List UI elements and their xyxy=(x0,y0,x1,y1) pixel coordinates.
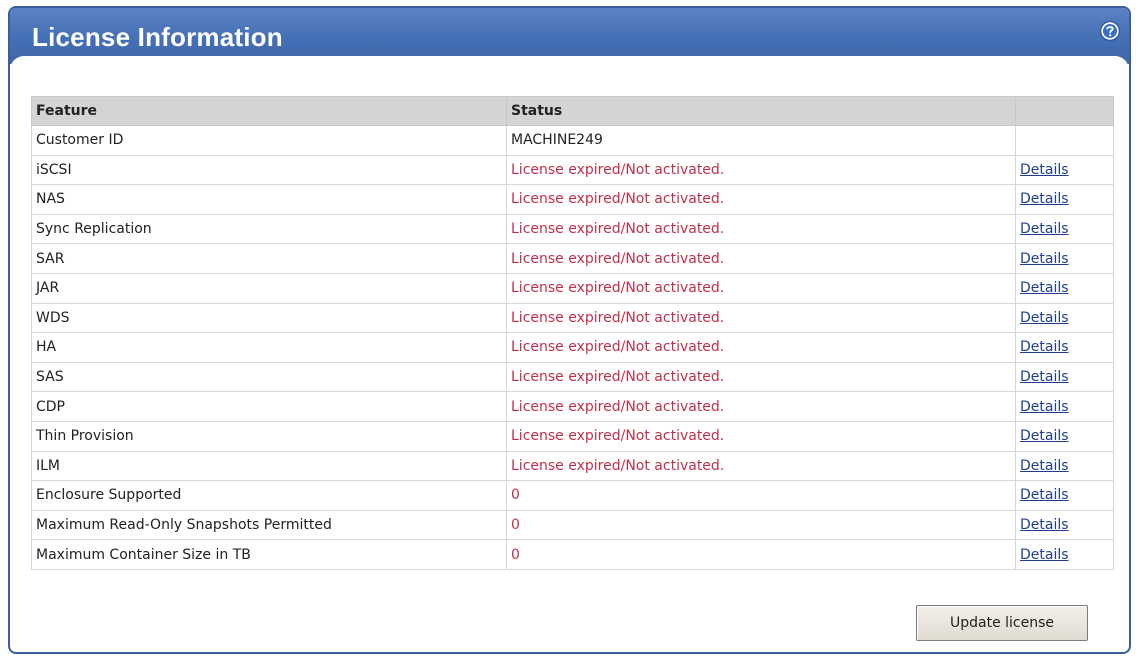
details-link[interactable]: Details xyxy=(1020,399,1069,415)
status-cell: 0 xyxy=(506,539,1016,570)
table-row: SAR License expired/Not activated. Details xyxy=(31,243,1114,274)
action-cell: Details xyxy=(1015,332,1114,363)
details-link[interactable]: Details xyxy=(1020,162,1069,178)
details-link[interactable]: Details xyxy=(1020,369,1069,385)
details-link[interactable]: Details xyxy=(1020,280,1069,296)
table-row: SAS License expired/Not activated. Details xyxy=(31,361,1114,393)
details-link[interactable]: Details xyxy=(1020,191,1069,207)
feature-cell: Thin Provision xyxy=(31,420,507,452)
table-row: ILM License expired/Not activated. Details xyxy=(31,450,1114,482)
status-cell: License expired/Not activated. xyxy=(506,154,1016,186)
table-row: Maximum Container Size in TB 0 Details xyxy=(31,539,1114,570)
action-cell: Details xyxy=(1015,391,1114,422)
header-feature: Feature xyxy=(31,96,507,126)
license-panel: License Information Feature Status Custo… xyxy=(8,6,1131,654)
table-row: JAR License expired/Not activated. Details xyxy=(31,272,1114,304)
feature-cell: WDS xyxy=(31,302,507,334)
action-cell: Details xyxy=(1015,184,1114,215)
license-rows: Customer ID MACHINE249 iSCSI License expire… xyxy=(31,125,1114,570)
feature-cell: iSCSI xyxy=(31,154,507,186)
table-row: HA License expired/Not activated. Details xyxy=(31,332,1114,363)
action-cell: Details xyxy=(1015,509,1114,541)
feature-cell: SAR xyxy=(31,243,507,274)
details-link[interactable]: Details xyxy=(1020,487,1069,503)
details-link[interactable]: Details xyxy=(1020,428,1069,444)
table-row: NAS License expired/Not activated. Details xyxy=(31,184,1114,215)
table-row: Customer ID MACHINE249 xyxy=(31,125,1114,156)
details-link[interactable]: Details xyxy=(1020,339,1069,355)
status-cell: License expired/Not activated. xyxy=(506,420,1016,452)
action-cell: Details xyxy=(1015,213,1114,245)
action-cell: Details xyxy=(1015,272,1114,304)
feature-cell: HA xyxy=(31,332,507,363)
table-row: CDP License expired/Not activated. Details xyxy=(31,391,1114,422)
feature-cell: JAR xyxy=(31,272,507,304)
help-icon[interactable] xyxy=(1099,20,1121,42)
panel-header: License Information xyxy=(10,8,1129,78)
update-license-button[interactable]: Update license xyxy=(916,605,1088,641)
action-cell: Details xyxy=(1015,450,1114,482)
status-cell: License expired/Not activated. xyxy=(506,361,1016,393)
feature-cell: CDP xyxy=(31,391,507,422)
status-cell: License expired/Not activated. xyxy=(506,243,1016,274)
details-link[interactable]: Details xyxy=(1020,458,1069,474)
header-status: Status xyxy=(506,96,1016,126)
feature-cell: Enclosure Supported xyxy=(31,480,507,511)
action-cell: Details xyxy=(1015,154,1114,186)
details-link[interactable]: Details xyxy=(1020,547,1069,563)
table-header-row: Feature Status xyxy=(31,96,1114,126)
status-cell: License expired/Not activated. xyxy=(506,272,1016,304)
feature-cell: Maximum Read-Only Snapshots Permitted xyxy=(31,509,507,541)
status-cell: MACHINE249 xyxy=(506,125,1016,156)
feature-cell: ILM xyxy=(31,450,507,482)
action-cell: Details xyxy=(1015,302,1114,334)
action-cell: Details xyxy=(1015,361,1114,393)
action-cell: Details xyxy=(1015,420,1114,452)
table-row: iSCSI License expired/Not activated. Detai… xyxy=(31,154,1114,186)
action-cell: Details xyxy=(1015,539,1114,570)
status-cell: License expired/Not activated. xyxy=(506,213,1016,245)
table-row: Enclosure Supported 0 Details xyxy=(31,480,1114,511)
table-row: Maximum Read-Only Snapshots Permitted 0 De… xyxy=(31,509,1114,541)
status-cell: License expired/Not activated. xyxy=(506,302,1016,334)
feature-cell: Sync Replication xyxy=(31,213,507,245)
table-row: WDS License expired/Not activated. Details xyxy=(31,302,1114,334)
header-action xyxy=(1015,96,1114,126)
details-link[interactable]: Details xyxy=(1020,251,1069,267)
feature-cell: NAS xyxy=(31,184,507,215)
status-cell: License expired/Not activated. xyxy=(506,391,1016,422)
action-cell xyxy=(1015,125,1114,156)
details-link[interactable]: Details xyxy=(1020,517,1069,533)
feature-cell: SAS xyxy=(31,361,507,393)
status-cell: 0 xyxy=(506,509,1016,541)
action-cell: Details xyxy=(1015,480,1114,511)
action-cell: Details xyxy=(1015,243,1114,274)
table-row: Thin Provision License expired/Not activa… xyxy=(31,420,1114,452)
status-cell: License expired/Not activated. xyxy=(506,332,1016,363)
details-link[interactable]: Details xyxy=(1020,221,1069,237)
feature-cell: Customer ID xyxy=(31,125,507,156)
details-link[interactable]: Details xyxy=(1020,310,1069,326)
status-cell: License expired/Not activated. xyxy=(506,450,1016,482)
feature-cell: Maximum Container Size in TB xyxy=(31,539,507,570)
license-table-wrap: Feature Status Customer ID MACHINE249 iSCS… xyxy=(31,96,1114,570)
table-row: Sync Replication License expired/Not acti… xyxy=(31,213,1114,245)
status-cell: License expired/Not activated. xyxy=(506,184,1016,215)
status-cell: 0 xyxy=(506,480,1016,511)
license-table: Feature Status Customer ID MACHINE249 iSCS… xyxy=(31,96,1114,570)
panel-title: License Information xyxy=(32,22,283,52)
